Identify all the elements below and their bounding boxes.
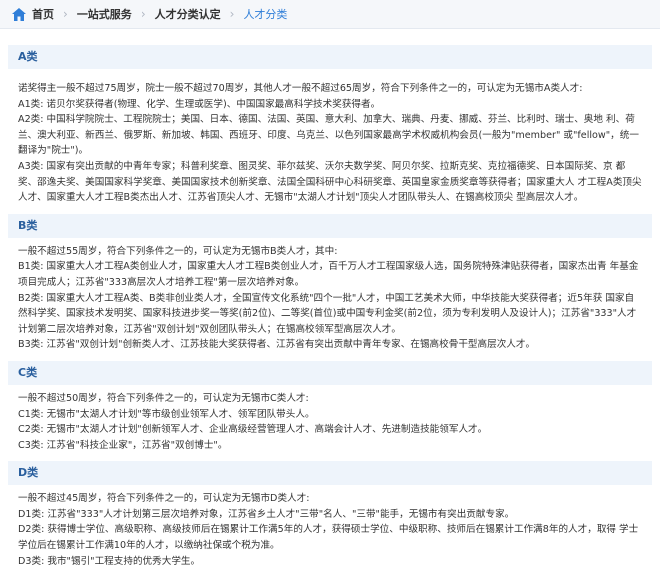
section-title-b: B类 [8, 213, 652, 238]
breadcrumb-one-stop-service[interactable]: 一站式服务 [77, 6, 132, 22]
section-d: D类 一般不超过45周岁，符合下列条件之一的，可认定为无锡市D类人才: D1类:… [8, 461, 652, 569]
section-a-a1: A1类: 诺贝尔奖获得者(物理、化学、生理或医学)、中国国家最高科学技术奖获得者… [18, 98, 381, 110]
section-body-d: 一般不超过45周岁，符合下列条件之一的，可认定为无锡市D类人才: D1类: 江苏… [8, 491, 652, 569]
section-d-intro: 一般不超过45周岁，符合下列条件之一的，可认定为无锡市D类人才: [18, 493, 310, 505]
section-b-b2: B2类: 国家重大人才工程A类、B类非创业类人才，全国宣传文化系统"四个一批"人… [18, 292, 637, 335]
section-c-c2: C2类: 无锡市"太湖人才计划"创新领军人才、企业高级经营管理人才、高端会计人才… [18, 424, 488, 436]
section-c-c1: C1类: 无锡市"太湖人才计划"等市级创业领军人才、领军团队带头人。 [18, 408, 315, 420]
section-a-intro: 诺奖得主一般不超过75周岁，院士一般不超过70周岁，其他人才一般不超过65周岁，… [18, 83, 583, 94]
section-b-b1: B1类: 国家重大人才工程A类创业人才，国家重大人才工程B类创业人才，百千万人才… [18, 261, 639, 288]
breadcrumb-talent-certification[interactable]: 人才分类认定 [155, 6, 221, 22]
section-b-b3: B3类: 江苏省"双创计划"创新类人才、江苏技能大奖获得者、江苏省有突出贡献中青… [18, 339, 536, 351]
section-d-d3: D3类: 我市"锡引"工程支持的优秀大学生。 [18, 555, 201, 567]
section-a: A类 诺奖得主一般不超过75周岁，院士一般不超过70周岁，其他人才一般不超过65… [8, 45, 652, 206]
section-b: B类 一般不超过55周岁，符合下列条件之一的，可认定为无锡市B类人才，其中: B… [8, 213, 652, 353]
section-title-a: A类 [8, 45, 652, 69]
section-a-a3: A3类: 国家有突出贡献的中青年专家；科普利奖章、图灵奖、菲尔兹奖、沃尔夫数学奖… [18, 160, 642, 204]
section-a-a2: A2类: 中国科学院院士、工程院院士；美国、日本、德国、法国、英国、意大利、加拿… [18, 114, 639, 157]
section-d-d2: D2类: 获得博士学位、高级职称、高级技师后在锡累计工作满5年的人才，获得硕士学… [18, 524, 639, 552]
section-b-intro: 一般不超过55周岁，符合下列条件之一的，可认定为无锡市B类人才，其中: [18, 245, 338, 257]
breadcrumb-talent-classification: 人才分类 [243, 8, 288, 21]
section-c-c3: C3类: 江苏省"科技企业家"，江苏省"双创博士"。 [18, 439, 228, 451]
section-body-a: 诺奖得主一般不超过75周岁，院士一般不超过70周岁，其他人才一般不超过65周岁，… [8, 75, 652, 206]
main-content: A类 诺奖得主一般不超过75周岁，院士一般不超过70周岁，其他人才一般不超过65… [0, 29, 660, 569]
section-body-b: 一般不超过55周岁，符合下列条件之一的，可认定为无锡市B类人才，其中: B1类:… [8, 244, 652, 353]
chevron-right-icon: › [140, 7, 146, 21]
section-c-intro: 一般不超过50周岁，符合下列条件之一的，可认定为无锡市C类人才: [18, 392, 309, 404]
section-d-d1: D1类: 江苏省"333"人才计划第三层次培养对象，江苏省乡土人才"三带"名人、… [18, 508, 515, 520]
section-title-d: D类 [8, 461, 652, 486]
chevron-right-icon: › [229, 7, 235, 21]
section-c: C类 一般不超过50周岁，符合下列条件之一的，可认定为无锡市C类人才: C1类:… [8, 360, 652, 453]
section-body-c: 一般不超过50周岁，符合下列条件之一的，可认定为无锡市C类人才: C1类: 无锡… [8, 391, 652, 453]
chevron-right-icon: › [63, 7, 68, 21]
section-title-c: C类 [8, 360, 652, 385]
breadcrumb-home[interactable]: 首页 [32, 6, 54, 22]
home-icon[interactable] [12, 7, 26, 21]
breadcrumb: 首页 › 一站式服务 › 人才分类认定 › 人才分类 [0, 0, 660, 29]
